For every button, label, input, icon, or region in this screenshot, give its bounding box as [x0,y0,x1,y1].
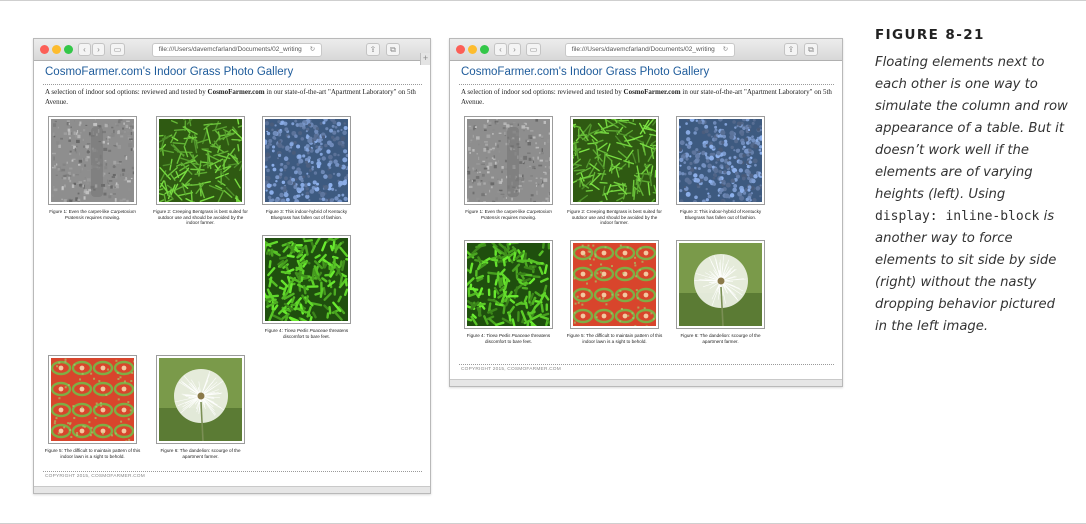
window-titlebar: ‹ › ▭ file:///Users/davemcfarland/Docume… [450,39,842,61]
minimize-button[interactable] [52,45,61,54]
dense-grass-photo [467,243,550,326]
patterned-lawn-photo [573,243,656,326]
figure-caption: Figure 1: Even the carpet-like Carpetori… [465,209,552,220]
page-content: CosmoFarmer.com's Indoor Grass Photo Gal… [450,61,842,386]
blue-grass-photo [265,119,348,202]
figure-image [48,355,137,444]
gallery-title: CosmoFarmer.com's Indoor Grass Photo Gal… [45,66,294,78]
code-snippet: display: inline-block [875,209,1040,224]
green-grass-photo [573,119,656,202]
minimize-button[interactable] [468,45,477,54]
figure-image [464,116,553,205]
figure-label: FIGURE 8-21 [875,27,985,43]
figure-caption: Figure 2: Creeping Bentgrass is best sui… [153,209,248,226]
figure-caption: Figure 3: This indoor-hybrid of Kentucky… [679,209,762,220]
title-divider [43,84,422,85]
figure-caption: Figure 6: The dandelion: scourge of the … [680,333,761,344]
top-rule [0,0,1086,1]
page-content: CosmoFarmer.com's Indoor Grass Photo Gal… [34,61,430,493]
gallery-title: CosmoFarmer.com's Indoor Grass Photo Gal… [461,66,710,78]
back-button[interactable]: ‹ [78,43,91,56]
figure-image [570,116,659,205]
gallery-footer: COPYRIGHT 2015, COSMOFARMER.COM [45,474,145,479]
address-bar[interactable]: file:///Users/davemcfarland/Documents/02… [565,43,735,57]
blue-grass-photo [679,119,762,202]
window-bottom-bar [450,379,842,386]
window-titlebar: ‹ › ▭ file:///Users/davemcfarland/Docume… [34,39,430,61]
share-icon[interactable]: ⇪ [366,43,380,56]
brand-name: CosmoFarmer.com [207,88,265,96]
close-button[interactable] [40,45,49,54]
forward-button[interactable]: › [508,43,521,56]
figure-caption: Figure 5: The difficult to maintain patt… [44,448,141,459]
figure-image [262,235,351,324]
figure-image [156,355,245,444]
figure-caption-text: Floating elements next to each other is … [875,55,1068,334]
footer-divider [43,471,422,472]
zoom-button[interactable] [480,45,489,54]
figure-caption: Figure 1: Even the carpet-like Carpetori… [49,209,136,220]
window-bottom-bar [34,486,430,493]
dandelion-photo [159,358,242,441]
address-text: file:///Users/davemcfarland/Documents/02… [571,46,715,53]
address-bar[interactable]: file:///Users/davemcfarland/Documents/02… [152,43,322,57]
tabs-icon[interactable]: ⧉ [386,43,400,56]
figure-caption: Figure 5: The difficult to maintain patt… [566,333,663,344]
gallery-footer: COPYRIGHT 2015, COSMOFARMER.COM [461,367,561,372]
gray-carpet-photo [51,119,134,202]
zoom-button[interactable] [64,45,73,54]
share-icon[interactable]: ⇪ [784,43,798,56]
figure-caption: Figure 4: Tinea Pedis Poaceae threatens … [264,328,349,339]
figure-caption: Figure 6: The dandelion: scourge of the … [160,448,241,459]
dandelion-photo [679,243,762,326]
figure-caption: Figure 2: Creeping Bentgrass is best sui… [567,209,662,226]
figure-caption: Figure 3: This indoor-hybrid of Kentucky… [265,209,348,220]
figure-caption: Figure 4: Tinea Pedis Poaceae threatens … [466,333,551,344]
sidebar-icon[interactable]: ▭ [526,43,541,56]
close-button[interactable] [456,45,465,54]
back-button[interactable]: ‹ [494,43,507,56]
reload-icon[interactable]: ↻ [723,46,728,53]
figure-image [262,116,351,205]
green-grass-photo [159,119,242,202]
address-text: file:///Users/davemcfarland/Documents/02… [158,46,302,53]
figure-image [676,240,765,329]
figure-image [48,116,137,205]
title-divider [459,84,834,85]
figure-image [676,116,765,205]
figure-image [464,240,553,329]
figure-image [570,240,659,329]
forward-button[interactable]: › [92,43,105,56]
patterned-lawn-photo [51,358,134,441]
browser-window-inline-block: ‹ › ▭ file:///Users/davemcfarland/Docume… [449,38,843,387]
brand-name: CosmoFarmer.com [623,88,681,96]
tabs-icon[interactable]: ⧉ [804,43,818,56]
figure-image [156,116,245,205]
dense-grass-photo [265,238,348,321]
sidebar-icon[interactable]: ▭ [110,43,125,56]
gray-carpet-photo [467,119,550,202]
gallery-intro: A selection of indoor sod options: revie… [45,88,416,106]
footer-divider [459,364,834,365]
gallery-intro: A selection of indoor sod options: revie… [461,88,832,106]
reload-icon[interactable]: ↻ [310,46,315,53]
browser-window-float: ‹ › ▭ file:///Users/davemcfarland/Docume… [33,38,431,494]
